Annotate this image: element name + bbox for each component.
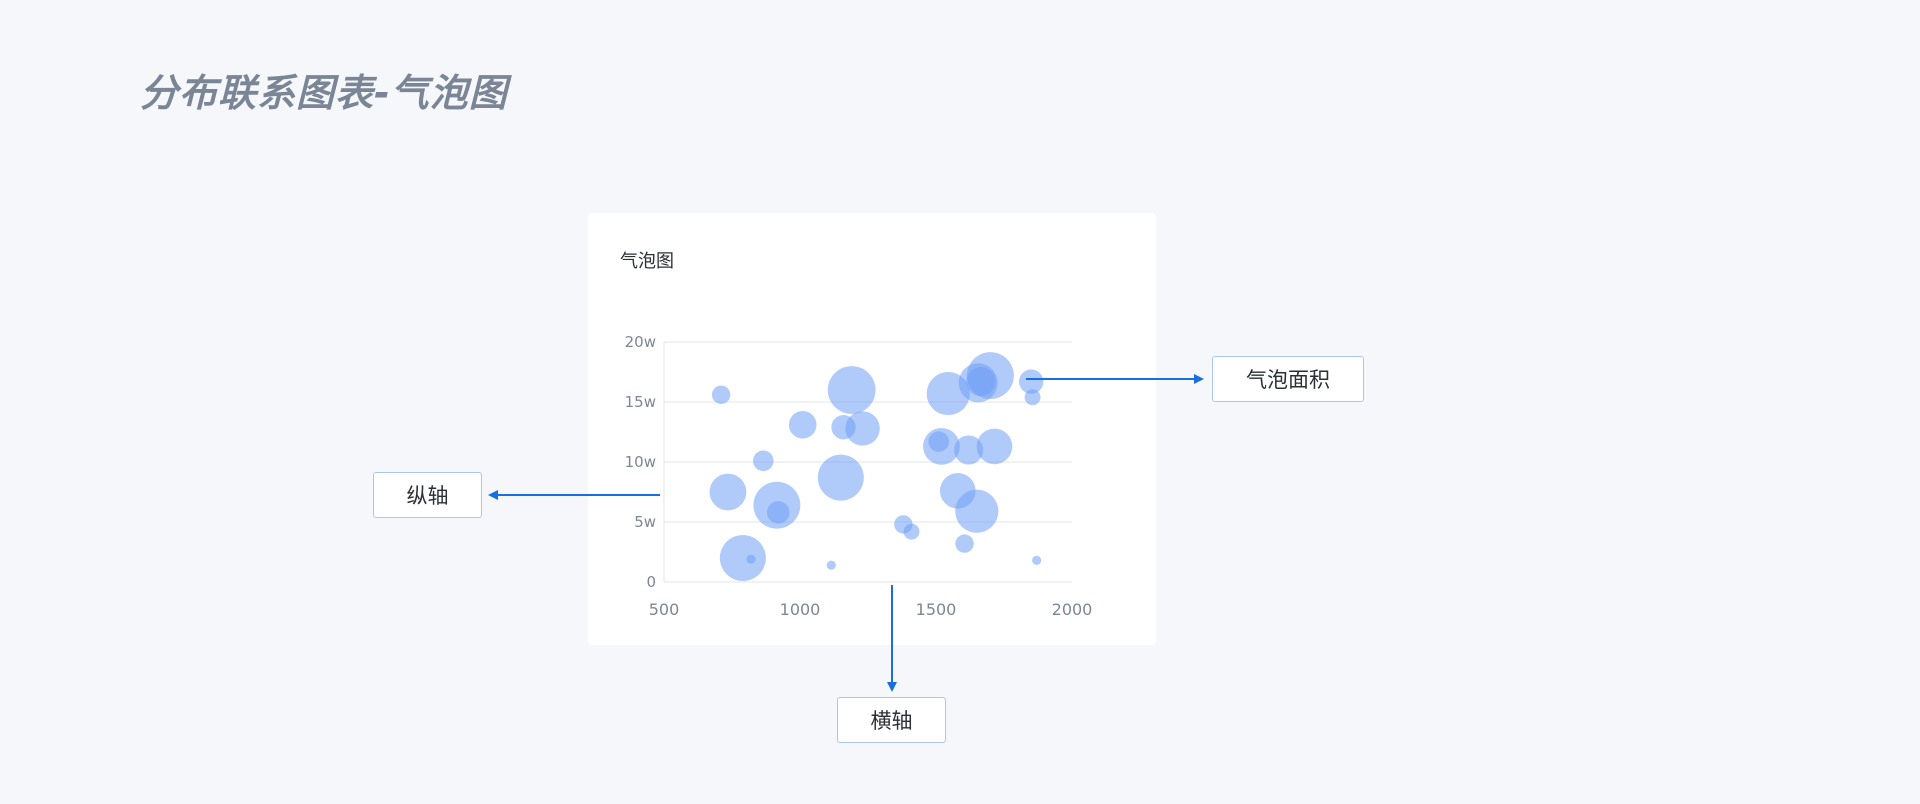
bubble-point xyxy=(788,411,817,439)
bubble-point xyxy=(1032,555,1042,565)
bubble-point xyxy=(817,454,864,501)
chart-card: 气泡图 0 5w 10w 15w 20w 500 1000 1500 2000 xyxy=(588,213,1156,645)
x-tick-label: 500 xyxy=(649,600,680,619)
bubble-point xyxy=(955,489,999,533)
x-tick-label: 2000 xyxy=(1052,600,1093,619)
x-tick-label: 1000 xyxy=(780,600,821,619)
bubble-point xyxy=(903,523,920,540)
bubble-point xyxy=(923,428,960,465)
bubble-point xyxy=(752,450,774,472)
y-tick-label: 5w xyxy=(634,513,656,531)
y-axis-callout: 纵轴 xyxy=(373,472,482,518)
bubble-point xyxy=(826,560,836,570)
bubble-point xyxy=(1024,389,1041,406)
bubble-chart: 0 5w 10w 15w 20w 500 1000 1500 2000 xyxy=(625,333,1093,619)
bubble-point xyxy=(827,366,876,414)
bubble-point xyxy=(746,554,756,564)
bubble-point xyxy=(845,411,880,446)
bubble-point xyxy=(966,352,1014,400)
bubble-point xyxy=(711,385,731,404)
y-tick-label: 20w xyxy=(625,333,656,351)
bubble-point xyxy=(719,535,766,581)
bubble-point xyxy=(955,534,974,553)
bubble-point xyxy=(766,501,790,524)
x-axis-callout: 横轴 xyxy=(837,697,946,743)
y-tick-label: 15w xyxy=(625,393,656,411)
bubble-layer xyxy=(709,352,1044,581)
bubble-area-callout: 气泡面积 xyxy=(1212,356,1364,402)
page-title: 分布联系图表-气泡图 xyxy=(140,71,508,115)
x-tick-label: 1500 xyxy=(916,600,957,619)
y-tick-label: 10w xyxy=(625,453,656,471)
bubble-point xyxy=(709,473,747,511)
y-tick-label: 0 xyxy=(646,573,656,591)
bubble-point xyxy=(976,428,1013,465)
